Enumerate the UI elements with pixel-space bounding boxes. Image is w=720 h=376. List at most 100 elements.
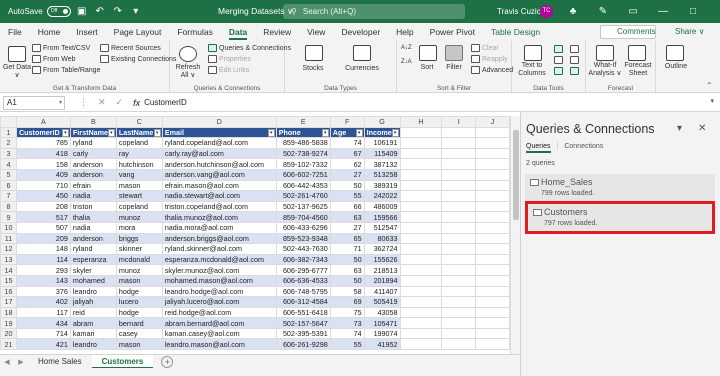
table-cell[interactable]: 512547 xyxy=(363,221,401,234)
table-cell[interactable]: anderson xyxy=(69,168,117,181)
empty-cell[interactable] xyxy=(441,296,477,308)
table-cell[interactable]: esperanza.mcdonald@aol.com xyxy=(161,253,277,266)
empty-cell[interactable] xyxy=(441,327,477,340)
tab-home[interactable]: Home xyxy=(30,23,69,41)
tab-review[interactable]: Review xyxy=(255,23,299,41)
empty-cell[interactable] xyxy=(441,253,477,266)
table-cell[interactable]: 606-636-4533 xyxy=(275,274,331,287)
table-cell[interactable]: 606-442-4353 xyxy=(275,179,331,192)
table-cell[interactable]: 434 xyxy=(15,317,71,329)
table-header-cell[interactable]: Age ▾ xyxy=(329,126,365,139)
table-header-cell[interactable]: FirstName ▾ xyxy=(69,126,117,139)
table-cell[interactable]: 58 xyxy=(329,285,365,298)
table-cell[interactable]: 606-602-7251 xyxy=(275,168,331,181)
table-cell[interactable]: skinner xyxy=(115,243,163,255)
filter-dropdown-icon[interactable]: ▾ xyxy=(61,128,69,137)
empty-cell[interactable] xyxy=(441,232,477,245)
empty-cell[interactable] xyxy=(475,285,510,298)
table-cell[interactable]: leandro xyxy=(69,338,117,351)
table-cell[interactable]: efrain xyxy=(69,179,117,192)
empty-cell[interactable] xyxy=(399,221,443,234)
empty-cell[interactable] xyxy=(399,179,443,192)
table-cell[interactable]: 502-395-5391 xyxy=(275,327,331,340)
table-cell[interactable]: 606-748-5795 xyxy=(275,285,331,298)
empty-cell[interactable] xyxy=(399,327,443,340)
row-number[interactable]: 7 xyxy=(0,190,17,202)
table-cell[interactable]: 513258 xyxy=(363,168,401,181)
row-number[interactable]: 3 xyxy=(0,147,17,160)
next-sheet-icon[interactable]: ▶ xyxy=(14,358,28,366)
save-icon[interactable]: ▣ xyxy=(75,5,89,19)
table-cell[interactable]: 402 xyxy=(15,296,71,308)
column-header[interactable]: F xyxy=(329,116,365,128)
table-cell[interactable]: triston.copeland@aol.com xyxy=(161,200,277,213)
empty-cell[interactable] xyxy=(475,243,510,255)
column-header[interactable]: C xyxy=(115,116,163,128)
table-cell[interactable]: 55 xyxy=(329,190,365,202)
collapse-ribbon-icon[interactable]: ⌃ xyxy=(706,81,713,90)
empty-cell[interactable] xyxy=(441,147,477,160)
column-header[interactable]: E xyxy=(275,116,331,128)
table-cell[interactable]: vang xyxy=(115,168,163,181)
query-item-customers[interactable]: Customers 797 rows loaded. xyxy=(525,201,715,234)
rewards-icon[interactable]: ♣ xyxy=(565,6,581,17)
table-cell[interactable]: 606-382-7343 xyxy=(275,253,331,266)
flash-fill-button[interactable] xyxy=(554,45,563,53)
table-cell[interactable]: esperanza xyxy=(69,253,117,266)
empty-cell[interactable] xyxy=(475,317,510,329)
table-header-cell[interactable]: LastName ▾ xyxy=(115,126,163,139)
formula-value[interactable]: CustomerID xyxy=(144,98,187,107)
consolidate-button[interactable] xyxy=(570,45,579,53)
filter-dropdown-icon[interactable]: ▾ xyxy=(391,128,399,137)
recent-sources-button[interactable]: Recent Sources xyxy=(100,44,161,52)
refresh-all-button[interactable]: Refresh All ∨ xyxy=(172,64,204,79)
table-cell[interactable]: 606-433-6296 xyxy=(275,221,331,234)
filter-dropdown-icon[interactable]: ▾ xyxy=(267,128,275,137)
empty-cell[interactable] xyxy=(441,137,477,149)
table-cell[interactable]: 155626 xyxy=(363,253,401,266)
spreadsheet-grid[interactable]: A B C D E F G H I J 1 CustomerID ▾ FirstNam… xyxy=(0,116,510,354)
table-cell[interactable]: bernard xyxy=(115,317,163,329)
row-number[interactable]: 12 xyxy=(0,243,17,255)
empty-cell[interactable] xyxy=(399,296,443,308)
ribbon-display-icon[interactable]: ▭ xyxy=(625,6,641,17)
table-cell[interactable]: 63 xyxy=(329,264,365,276)
tab-queries[interactable]: Queries xyxy=(526,143,551,153)
what-if-button[interactable]: What-If Analysis ∨ xyxy=(586,62,624,78)
row-number[interactable]: 13 xyxy=(0,253,17,266)
table-cell[interactable]: kamari xyxy=(69,327,117,340)
empty-cell[interactable] xyxy=(475,211,510,223)
forecast-sheet-button[interactable]: Forecast Sheet xyxy=(622,62,654,78)
outline-button[interactable]: Outline xyxy=(656,63,696,70)
table-cell[interactable]: ryland xyxy=(69,243,117,255)
query-item-home-sales[interactable]: Home_Sales 799 rows loaded. xyxy=(525,174,715,202)
table-cell[interactable]: 505419 xyxy=(363,296,401,308)
share-button[interactable]: Share ∨ xyxy=(663,25,707,39)
empty-cell[interactable] xyxy=(441,243,477,255)
empty-cell[interactable] xyxy=(399,253,443,266)
table-cell[interactable]: thalia.munoz@aol.com xyxy=(161,211,277,223)
table-cell[interactable]: 55 xyxy=(329,338,365,351)
row-number[interactable]: 11 xyxy=(0,232,17,245)
table-cell[interactable]: hodge xyxy=(115,285,163,298)
table-cell[interactable]: 486009 xyxy=(363,200,401,213)
pane-options-icon[interactable]: ▾ xyxy=(677,123,682,134)
avatar[interactable]: TC xyxy=(540,5,553,18)
table-cell[interactable]: 785 xyxy=(15,137,71,149)
empty-cell[interactable] xyxy=(441,126,477,139)
text-to-columns-button[interactable]: Text to Columns xyxy=(514,62,550,78)
empty-cell[interactable] xyxy=(441,306,477,319)
filter-button[interactable]: Filter xyxy=(441,64,467,71)
row-number[interactable]: 6 xyxy=(0,179,17,192)
empty-cell[interactable] xyxy=(399,158,443,170)
empty-cell[interactable] xyxy=(475,158,510,170)
table-header-cell[interactable]: CustomerID ▾ xyxy=(15,126,71,139)
table-cell[interactable]: 63 xyxy=(329,211,365,223)
empty-cell[interactable] xyxy=(475,232,510,245)
table-cell[interactable]: 606-261-9298 xyxy=(275,338,331,351)
get-data-button[interactable]: Get Data ∨ xyxy=(2,64,32,79)
empty-cell[interactable] xyxy=(399,200,443,213)
empty-cell[interactable] xyxy=(475,147,510,160)
column-header[interactable]: G xyxy=(363,116,401,128)
table-cell[interactable]: 411407 xyxy=(363,285,401,298)
